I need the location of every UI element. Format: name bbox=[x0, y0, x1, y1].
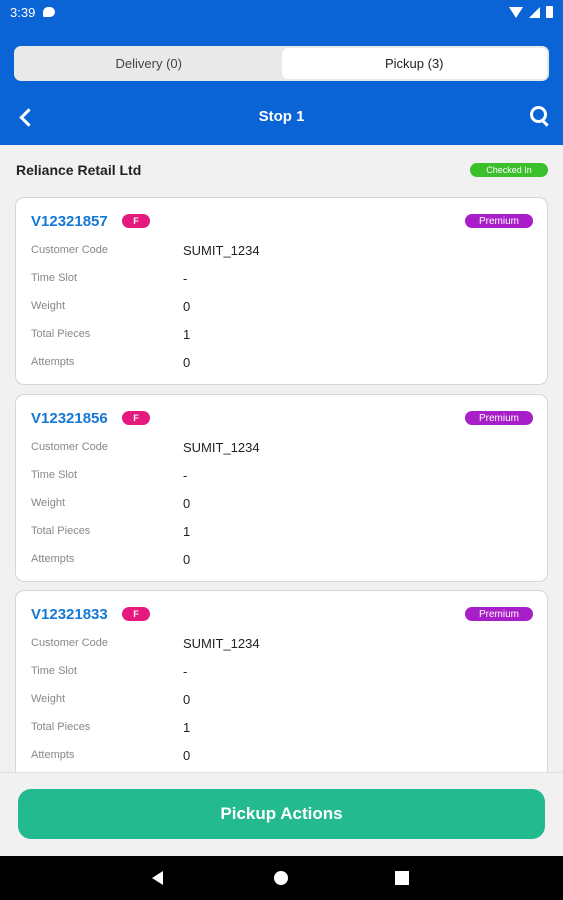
total-pieces-row: Total Pieces 1 bbox=[31, 327, 531, 345]
time-slot-row: Time Slot - bbox=[31, 271, 531, 289]
total-pieces-label: Total Pieces bbox=[31, 721, 91, 733]
nav-home-icon[interactable] bbox=[274, 871, 288, 885]
customer-code-label: Customer Code bbox=[31, 637, 109, 649]
premium-badge: Premium bbox=[465, 214, 533, 228]
awb-number[interactable]: V12321856 bbox=[31, 410, 108, 427]
stop-header: Reliance Retail Ltd Checked In bbox=[16, 162, 549, 182]
weight-label: Weight bbox=[31, 693, 66, 705]
flag-badge: F bbox=[122, 607, 150, 621]
attempts-label: Attempts bbox=[31, 553, 75, 565]
app-header: Delivery (0) Pickup (3) Stop 1 bbox=[0, 24, 563, 145]
shipment-card[interactable]: V12321857 F Premium Customer Code SUMIT_… bbox=[15, 197, 548, 385]
time-slot-label: Time Slot bbox=[31, 665, 78, 677]
attempts-label: Attempts bbox=[31, 356, 75, 368]
time-slot-value: - bbox=[183, 468, 188, 483]
time-slot-value: - bbox=[183, 664, 188, 679]
search-icon[interactable] bbox=[530, 106, 550, 126]
total-pieces-label: Total Pieces bbox=[31, 328, 91, 340]
attempts-label: Attempts bbox=[31, 749, 75, 761]
time-slot-value: - bbox=[183, 271, 188, 286]
weight-row: Weight 0 bbox=[31, 496, 531, 514]
stop-name: Reliance Retail Ltd bbox=[16, 162, 142, 178]
tab-switcher: Delivery (0) Pickup (3) bbox=[14, 46, 549, 81]
status-badge: Checked In bbox=[470, 163, 548, 177]
status-bar: 3:39 bbox=[0, 0, 563, 24]
nav-back-icon[interactable] bbox=[152, 871, 163, 885]
attempts-row: Attempts 0 bbox=[31, 355, 531, 373]
customer-code-label: Customer Code bbox=[31, 441, 109, 453]
premium-badge: Premium bbox=[465, 607, 533, 621]
flag-badge: F bbox=[122, 411, 150, 425]
status-time: 3:39 bbox=[10, 4, 36, 20]
total-pieces-row: Total Pieces 1 bbox=[31, 720, 531, 738]
shipment-list[interactable]: Reliance Retail Ltd Checked In V12321857… bbox=[0, 145, 563, 772]
attempts-value: 0 bbox=[183, 552, 191, 567]
weight-value: 0 bbox=[183, 299, 191, 314]
tab-pickup[interactable]: Pickup (3) bbox=[281, 48, 547, 79]
signal-icon bbox=[529, 6, 540, 18]
attempts-value: 0 bbox=[183, 355, 191, 370]
weight-row: Weight 0 bbox=[31, 299, 531, 317]
total-pieces-row: Total Pieces 1 bbox=[31, 524, 531, 542]
shipment-card[interactable]: V12321833 F Premium Customer Code SUMIT_… bbox=[15, 590, 548, 772]
weight-label: Weight bbox=[31, 497, 66, 509]
system-navigation-bar bbox=[0, 856, 563, 900]
customer-code-label: Customer Code bbox=[31, 244, 109, 256]
customer-code-row: Customer Code SUMIT_1234 bbox=[31, 636, 531, 654]
weight-label: Weight bbox=[31, 300, 66, 312]
footer: Pickup Actions bbox=[0, 772, 563, 856]
premium-badge: Premium bbox=[465, 411, 533, 425]
customer-code-value: SUMIT_1234 bbox=[183, 636, 260, 651]
total-pieces-value: 1 bbox=[183, 327, 191, 342]
time-slot-label: Time Slot bbox=[31, 272, 78, 284]
time-slot-label: Time Slot bbox=[31, 469, 78, 481]
customer-code-row: Customer Code SUMIT_1234 bbox=[31, 440, 531, 458]
customer-code-value: SUMIT_1234 bbox=[183, 243, 260, 258]
time-slot-row: Time Slot - bbox=[31, 468, 531, 486]
notification-icon bbox=[43, 7, 56, 17]
flag-badge: F bbox=[122, 214, 150, 228]
shipment-card[interactable]: V12321856 F Premium Customer Code SUMIT_… bbox=[15, 394, 548, 582]
awb-number[interactable]: V12321833 bbox=[31, 606, 108, 623]
wifi-icon bbox=[509, 6, 523, 18]
battery-icon bbox=[546, 6, 553, 18]
time-slot-row: Time Slot - bbox=[31, 664, 531, 682]
tab-delivery[interactable]: Delivery (0) bbox=[16, 48, 282, 79]
attempts-row: Attempts 0 bbox=[31, 552, 531, 570]
total-pieces-label: Total Pieces bbox=[31, 525, 91, 537]
attempts-row: Attempts 0 bbox=[31, 748, 531, 766]
pickup-actions-button[interactable]: Pickup Actions bbox=[18, 789, 545, 839]
nav-recents-icon[interactable] bbox=[395, 871, 409, 885]
weight-value: 0 bbox=[183, 496, 191, 511]
page-title: Stop 1 bbox=[258, 108, 305, 125]
weight-row: Weight 0 bbox=[31, 692, 531, 710]
attempts-value: 0 bbox=[183, 748, 191, 763]
total-pieces-value: 1 bbox=[183, 524, 191, 539]
customer-code-row: Customer Code SUMIT_1234 bbox=[31, 243, 531, 261]
customer-code-value: SUMIT_1234 bbox=[183, 440, 260, 455]
weight-value: 0 bbox=[183, 692, 191, 707]
toolbar: Stop 1 bbox=[0, 102, 563, 132]
awb-number[interactable]: V12321857 bbox=[31, 213, 108, 230]
total-pieces-value: 1 bbox=[183, 720, 191, 735]
